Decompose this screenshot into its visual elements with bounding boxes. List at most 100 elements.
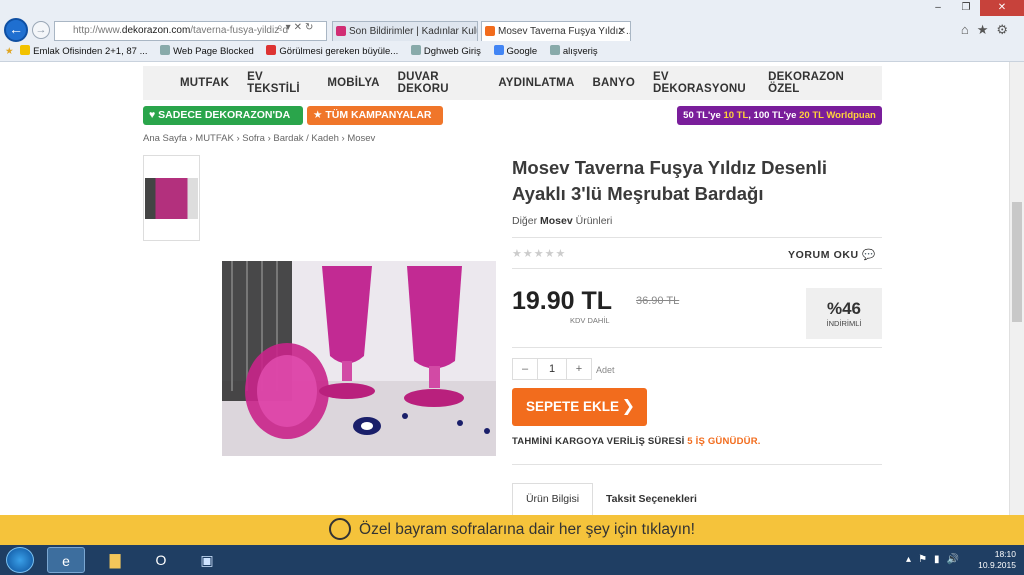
product-main-image[interactable] (222, 261, 496, 456)
tab-kadinlar-kulubu[interactable]: Son Bildirimler | Kadınlar Kulübü (332, 21, 478, 41)
product-thumbnail[interactable] (143, 155, 200, 241)
address-path: /taverna-fusya-yildiz-d (190, 25, 289, 36)
banner-text: Özel bayram sofralarına dair her şey içi… (359, 521, 695, 538)
scrollbar-thumb[interactable] (1012, 202, 1022, 322)
favorite-item[interactable]: Web Page Blocked (160, 43, 254, 61)
favorite-label: alışveriş (562, 46, 598, 57)
shipping-time: TAHMİNİ KARGOYA VERİLİŞ SÜRESİ 5 İŞ GÜNÜ… (512, 436, 761, 447)
title-line: Ayaklı 3'lü Meşrubat Bardağı (512, 183, 764, 204)
qty-minus-button[interactable]: – (513, 359, 537, 379)
tray-icons[interactable]: ▴⚑▮🔊 (906, 554, 966, 565)
badge-label: TÜM KAMPANYALAR (325, 109, 432, 121)
nav-item-ev-dekorasyonu[interactable]: EV DEKORASYONU (653, 71, 750, 95)
browser-chrome: ← → http://www.dekorazon.com/taverna-fus… (0, 0, 1024, 62)
forward-button[interactable]: → (32, 21, 50, 39)
tab-mosev[interactable]: Mosev Taverna Fuşya Yıldız ... ✕ (481, 21, 631, 41)
cart-label: SEPETE EKLE (526, 399, 620, 414)
address-prefix: http://www. (73, 25, 122, 36)
start-button[interactable] (6, 547, 34, 573)
add-to-cart-button[interactable]: SEPETE EKLE ❯ (512, 388, 647, 426)
other-text: Diğer (512, 215, 541, 227)
heart-icon: ♥ (149, 109, 159, 121)
tab-label: Mosev Taverna Fuşya Yıldız ... (498, 26, 631, 37)
favorites-icon[interactable]: ★ (5, 43, 14, 61)
favorite-favicon (410, 45, 421, 55)
breadcrumb[interactable]: Ana Sayfa › MUTFAK › Sofra › Bardak / Ka… (143, 133, 375, 144)
title-line: Mosev Taverna Fuşya Yıldız Desenli (512, 157, 827, 178)
nav-item-ev-tekstili[interactable]: EV TEKSTİLİ (247, 71, 309, 95)
nav-item-mutfak[interactable]: MUTFAK (180, 77, 229, 89)
page-scrollbar[interactable] (1009, 62, 1024, 515)
other-brand-products-link[interactable]: Diğer Mosev Ürünleri (512, 215, 612, 227)
worldpuan-badge[interactable]: 50 TL'ye 10 TL, 100 TL'ye 20 TL Worldpua… (677, 106, 882, 125)
favorite-favicon (493, 45, 504, 55)
clock-date: 10.9.2015 (978, 560, 1016, 570)
tab-favicon (485, 26, 495, 36)
product-price: 19.90 TL (512, 287, 613, 315)
sadece-dekorazon-badge[interactable]: ♥ SADECE DEKORAZON'DA (143, 106, 303, 125)
comment-icon: 💬 (862, 249, 876, 261)
puan-text: 10 TL (723, 110, 749, 121)
thumbnail-image (145, 178, 198, 219)
clock[interactable]: 18:10 10.9.2015 (978, 549, 1016, 571)
nav-item-mobilya[interactable]: MOBİLYA (327, 77, 379, 89)
qty-input[interactable]: 1 (537, 359, 567, 379)
puan-text: 20 TL Worldpuan (799, 110, 876, 121)
main-nav: MUTFAK EV TEKSTİLİ MOBİLYA DUVAR DEKORU … (143, 66, 882, 100)
divider (512, 347, 882, 348)
kdv-label: KDV DAHİL (570, 316, 610, 325)
close-window-button[interactable]: ✕ (980, 0, 1024, 16)
favorite-item[interactable]: Görülmesi gereken büyüle... (266, 43, 398, 61)
network-taskbar-icon[interactable]: ▣ (188, 547, 226, 573)
back-button[interactable]: ← (4, 18, 28, 42)
address-domain: dekorazon.com (121, 25, 191, 36)
product-photo-illustration (222, 261, 496, 456)
close-tab-icon[interactable]: ✕ (618, 22, 626, 41)
ship-text: TAHMİNİ KARGOYA VERİLİŞ SÜRESİ (512, 436, 688, 447)
divider (512, 464, 882, 465)
qty-plus-button[interactable]: + (567, 359, 591, 379)
nav-item-duvar-dekoru[interactable]: DUVAR DEKORU (398, 71, 481, 95)
divider (512, 268, 882, 269)
favorite-label: Web Page Blocked (173, 46, 254, 57)
browser-tools: ⌂★⚙ (961, 22, 1016, 38)
unit-label: Adet (596, 365, 615, 375)
tab-label: Son Bildirimler | Kadınlar Kulübü (349, 26, 477, 37)
nav-item-banyo[interactable]: BANYO (592, 77, 635, 89)
ie-taskbar-icon[interactable]: e (47, 547, 85, 573)
folder-taskbar-icon[interactable]: ▇ (96, 547, 134, 573)
favorite-favicon (20, 45, 31, 55)
plate-icon (329, 518, 352, 540)
favorite-item[interactable]: alışveriş (549, 43, 598, 61)
nav-item-aydinlatma[interactable]: AYDINLATMA (498, 77, 574, 89)
divider (512, 237, 882, 238)
tab-taksit-secenekleri[interactable]: Taksit Seçenekleri (606, 483, 697, 515)
yorum-oku-link[interactable]: YORUM OKU 💬 (788, 248, 876, 261)
tab-urun-bilgisi[interactable]: Ürün Bilgisi (512, 483, 593, 515)
discount-label: İNDİRİMLİ (826, 319, 862, 328)
favorite-label: Google (506, 46, 538, 57)
discount-value: %46 (826, 299, 862, 318)
maximize-button[interactable]: ❐ (952, 0, 980, 16)
promo-banner[interactable]: Özel bayram sofralarına dair her şey içi… (0, 515, 1024, 545)
minimize-button[interactable]: – (924, 0, 952, 16)
favorite-item[interactable]: Dghweb Giriş (410, 43, 481, 61)
rating-stars-icon[interactable]: ★★★★★ (512, 247, 566, 260)
favorite-item[interactable]: Emlak Ofisinden 2+1, 87 ... (20, 43, 148, 61)
favorite-favicon (160, 45, 171, 55)
favorite-label: Dghweb Giriş (423, 46, 481, 57)
favorite-item[interactable]: Google (493, 43, 538, 61)
tum-kampanyalar-badge[interactable]: ★ TÜM KAMPANYALAR (307, 106, 443, 125)
puan-text: , 100 TL'ye (748, 110, 800, 121)
brand-name: Mosev (540, 215, 573, 227)
favorites-star-icon[interactable]: ★ (977, 22, 997, 37)
window-controls: – ❐ ✕ (924, 0, 1024, 16)
home-icon[interactable]: ⌂ (961, 22, 977, 37)
gear-icon[interactable]: ⚙ (996, 22, 1016, 37)
taskbar: e ▇ O ▣ ▴⚑▮🔊 18:10 10.9.2015 (0, 545, 1024, 575)
favorite-favicon (549, 45, 560, 55)
address-icons[interactable]: ⌕▾✕↻ (277, 22, 316, 33)
other-text: Ürünleri (572, 215, 613, 227)
outlook-taskbar-icon[interactable]: O (142, 547, 180, 573)
nav-item-dekorazon-ozel[interactable]: DEKORAZON ÖZEL (768, 71, 864, 95)
